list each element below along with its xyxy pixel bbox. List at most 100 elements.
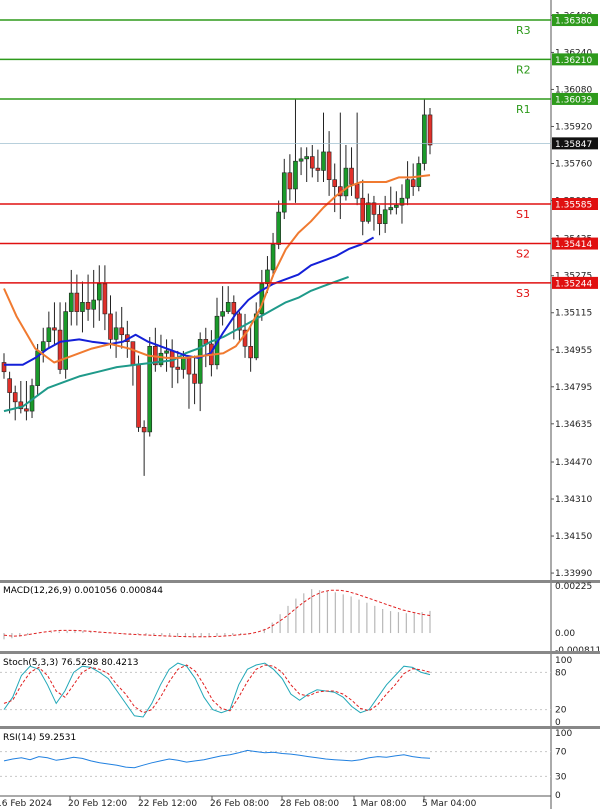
bull-candle xyxy=(220,311,225,317)
level-name-r2: R2 xyxy=(516,63,531,76)
bull-candle xyxy=(366,202,371,222)
bear-candle xyxy=(248,345,253,359)
rsi-tick-label: 30 xyxy=(555,772,567,782)
bull-candle xyxy=(343,167,349,197)
price-tick-label: 1.35920 xyxy=(555,122,592,132)
bull-candle xyxy=(158,352,164,366)
bear-candle xyxy=(360,197,366,222)
bear-candle xyxy=(309,156,315,169)
bull-candle xyxy=(281,172,287,213)
current-price-label: 1.35847 xyxy=(555,140,592,150)
time-tick-label: 1 Mar 08:00 xyxy=(352,799,407,809)
bear-candle xyxy=(136,364,141,428)
level-value-label: 1.35244 xyxy=(555,279,592,289)
level-name-r3: R3 xyxy=(516,24,531,37)
bear-candle xyxy=(74,292,80,312)
level-value-label: 1.36210 xyxy=(555,56,592,66)
stoch-tick-label: 80 xyxy=(555,668,567,678)
stoch-k-line xyxy=(3,662,431,718)
price-tick-label: 1.35760 xyxy=(555,160,592,170)
forex-chart: 1.364001.362401.360801.359201.357601.356… xyxy=(0,0,600,809)
bear-candle xyxy=(315,167,321,171)
stoch-tick-label: 100 xyxy=(555,656,572,666)
bull-candle xyxy=(293,160,298,190)
stoch-tick-label: 20 xyxy=(555,706,567,716)
price-tick-label: 1.34310 xyxy=(555,495,592,505)
bear-candle xyxy=(52,327,57,331)
bear-candle xyxy=(186,357,192,375)
rsi-label: RSI(14) 59.2531 xyxy=(3,733,76,743)
bull-candle xyxy=(405,179,410,199)
bear-candle xyxy=(332,179,338,187)
bear-candle xyxy=(192,373,197,384)
time-tick-label: 20 Feb 12:00 xyxy=(68,799,127,809)
bear-candle xyxy=(349,167,354,185)
bull-candle xyxy=(265,269,270,285)
time-tick-label: 16 Feb 2024 xyxy=(0,799,52,809)
bear-candle xyxy=(141,426,147,433)
bull-candle xyxy=(388,207,394,211)
bull-candle xyxy=(304,156,309,160)
level-name-s3: S3 xyxy=(516,287,530,300)
bull-candle xyxy=(382,209,388,224)
bear-candle xyxy=(410,179,416,187)
bear-candle xyxy=(57,329,63,370)
bull-candle xyxy=(80,302,85,312)
bear-candle xyxy=(119,327,125,336)
bear-candle xyxy=(427,114,433,146)
bull-candle xyxy=(298,158,304,162)
bull-candle xyxy=(113,327,119,340)
stoch-panel: Stoch(5,3,3) 76.5298 80.4213 10080200 xyxy=(0,656,600,729)
level-name-r1: R1 xyxy=(516,103,531,116)
rsi-line xyxy=(3,749,431,769)
bull-candle xyxy=(270,244,276,271)
bull-candle xyxy=(147,345,153,433)
bull-candle xyxy=(394,204,399,208)
bull-candle xyxy=(276,211,281,245)
price-panel: 1.364001.362401.360801.359201.357601.356… xyxy=(0,0,600,809)
bull-candle xyxy=(321,151,326,171)
time-tick-label: 5 Mar 04:00 xyxy=(422,799,477,809)
rsi-tick-label: 100 xyxy=(555,729,572,739)
bear-candle xyxy=(130,341,136,366)
bear-candle xyxy=(7,378,12,393)
bear-candle xyxy=(108,313,113,340)
price-tick-label: 1.33990 xyxy=(555,569,592,579)
level-name-s1: S1 xyxy=(516,208,530,221)
macd-signal-line xyxy=(3,589,431,638)
bull-candle xyxy=(164,350,169,354)
bull-candle xyxy=(96,283,102,301)
bull-candle xyxy=(91,299,96,310)
macd-tick-label: 0.00225 xyxy=(555,582,592,592)
bull-candle xyxy=(46,327,52,342)
price-tick-label: 1.34470 xyxy=(555,458,592,468)
panel-separator xyxy=(0,651,600,654)
time-tick-label: 28 Feb 08:00 xyxy=(280,799,339,809)
level-name-s2: S2 xyxy=(516,248,530,261)
rsi-tick-label: 0 xyxy=(555,791,561,801)
macd-tick-label: 0.00 xyxy=(555,629,575,639)
bear-candle xyxy=(287,172,293,190)
bear-candle xyxy=(12,392,18,403)
time-tick-label: 26 Feb 08:00 xyxy=(210,799,269,809)
bear-candle xyxy=(85,302,91,310)
panel-separator xyxy=(0,580,600,583)
time-axis: 16 Feb 2024 20 Feb 12:00 22 Feb 12:00 26 Fe… xyxy=(0,795,551,809)
level-value-label: 1.36380 xyxy=(555,17,592,27)
price-tick-label: 1.34955 xyxy=(555,346,592,356)
rsi-tick-label: 70 xyxy=(555,748,567,758)
bear-candle xyxy=(231,302,237,315)
macd-label: MACD(12,26,9) 0.001056 0.000844 xyxy=(3,586,163,596)
level-value-label: 1.35585 xyxy=(555,200,592,210)
bull-candle xyxy=(40,341,46,352)
bull-candle xyxy=(225,302,231,312)
level-value-label: 1.35414 xyxy=(555,240,592,250)
price-tick-label: 1.34635 xyxy=(555,420,592,430)
time-tick-label: 22 Feb 12:00 xyxy=(138,799,197,809)
bull-candle xyxy=(416,163,422,187)
price-tick-label: 1.35115 xyxy=(555,309,592,319)
rsi-panel: RSI(14) 59.2531 100 70 30 0 xyxy=(0,729,572,801)
level-value-label: 1.36039 xyxy=(555,95,592,105)
stoch-label: Stoch(5,3,3) 76.5298 80.4213 xyxy=(3,658,138,668)
bear-candle xyxy=(102,283,108,315)
